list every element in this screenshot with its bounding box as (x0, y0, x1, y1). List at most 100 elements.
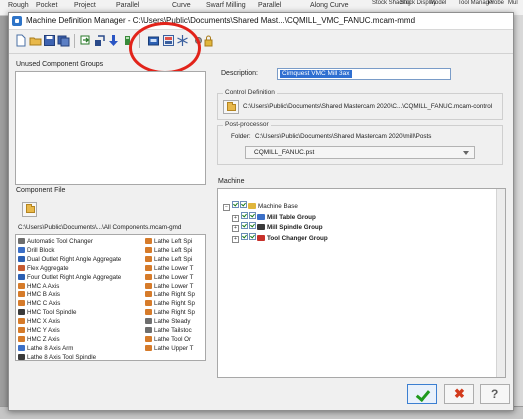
open-file-icon[interactable] (29, 34, 42, 47)
checkbox-icon[interactable] (241, 232, 248, 240)
component-list-item[interactable]: Lathe Upper T (145, 344, 193, 353)
ribbon-item[interactable]: Project (74, 2, 96, 9)
component-list-item[interactable]: Lathe Tailstoc (145, 326, 192, 335)
checkbox-icon[interactable] (232, 201, 239, 208)
checkbox-icon[interactable] (249, 211, 256, 219)
component-list-item[interactable]: Lathe Left Spi (145, 255, 192, 264)
component-list-item[interactable]: Lathe Right Sp (145, 299, 195, 308)
component-icon (145, 335, 152, 342)
export-icon[interactable] (93, 34, 106, 47)
component-list-item[interactable]: Lathe 8 Axis Tool Spindle (18, 353, 96, 360)
component-icon (18, 238, 25, 244)
component-list-item[interactable]: Lathe Lower T (145, 264, 193, 273)
group-icon (257, 213, 265, 220)
description-input[interactable]: Cimquest VMC Mill 3ax (277, 68, 451, 80)
component-list-item[interactable]: HMC A Axis (18, 282, 59, 291)
component-list-item[interactable]: Four Outlet Right Angle Aggregate (18, 273, 121, 282)
control-definition-path: C:\Users\Public\Documents\Shared Masterc… (243, 103, 493, 110)
import-icon[interactable] (79, 34, 92, 47)
ribbon-item[interactable]: Along Curve (310, 2, 349, 9)
component-list-item[interactable]: Lathe Tool Or (145, 335, 191, 344)
component-icon (145, 309, 152, 316)
component-list[interactable]: Automatic Tool Changer Drill Block Dual Ou… (15, 234, 206, 361)
checkbox-icon[interactable] (249, 222, 256, 229)
component-list-item[interactable]: Lathe Steady (145, 317, 190, 326)
control-definition-browse-button[interactable] (223, 100, 239, 114)
ribbon-item[interactable]: Model (430, 0, 446, 6)
ribbon-item[interactable]: Rough (8, 2, 29, 9)
checkbox-icon[interactable] (241, 211, 248, 219)
machine-definition-manager-window: Machine Definition Manager - C:\Users\Pu… (8, 12, 514, 411)
save-icon[interactable] (43, 34, 56, 47)
expand-icon[interactable]: + (232, 214, 239, 222)
machine-tree-node[interactable]: + Mill Spindle Group (232, 222, 323, 232)
annotation-circle (129, 22, 201, 74)
component-list-item-label: Lathe Left Spi (154, 238, 193, 245)
component-list-item-label: Lathe Lower T (154, 273, 194, 281)
component-list-item-label: Lathe Left Spi (154, 255, 193, 263)
checkbox-icon[interactable] (249, 232, 256, 240)
component-list-item[interactable]: HMC Tool Spindle (18, 308, 76, 317)
cancel-button[interactable]: ✖ (444, 384, 474, 404)
checkbox-icon[interactable] (240, 201, 247, 208)
component-icon (145, 255, 152, 262)
component-list-item[interactable]: Lathe Right Sp (145, 290, 195, 299)
group-icon (248, 203, 256, 209)
component-list-item-label: Drill Block (27, 246, 55, 254)
post-processor-select[interactable]: CQMILL_FANUC.pst (245, 146, 475, 159)
machine-tree-scrollbar[interactable] (496, 189, 505, 377)
component-list-item[interactable]: Lathe 8 Axis Arm (18, 344, 73, 353)
close-icon: ✖ (454, 386, 465, 401)
machine-tree-node-label: Tool Changer Group (267, 234, 328, 242)
component-list-item[interactable]: HMC Z Axis (18, 335, 60, 344)
collapse-icon[interactable]: − (223, 204, 230, 211)
ribbon-item[interactable]: Pocket (36, 2, 57, 9)
component-list-item[interactable]: Automatic Tool Changer (18, 237, 93, 246)
component-icon (18, 255, 25, 262)
ribbon-item[interactable]: Swarf Milling (206, 2, 246, 9)
chevron-down-icon (463, 151, 469, 155)
component-list-item[interactable]: HMC Y Axis (18, 326, 60, 335)
component-list-item-label: Lathe Tool Or (154, 335, 192, 343)
component-list-item[interactable]: Dual Outlet Right Angle Aggregate (18, 255, 121, 264)
component-list-item[interactable]: Lathe Right Sp (145, 308, 195, 317)
component-list-item[interactable]: Lathe Left Spi (145, 246, 192, 255)
machine-tree-node-label: Machine Base (258, 203, 298, 210)
machine-tree-node[interactable]: + Tool Changer Group (232, 232, 328, 243)
ribbon-item[interactable]: Curve (172, 2, 191, 9)
component-list-item-label: HMC C Axis (27, 300, 61, 308)
component-list-item[interactable]: Drill Block (18, 246, 55, 255)
title-bar[interactable]: Machine Definition Manager - C:\Users\Pu… (9, 13, 513, 30)
arrow-down-icon[interactable] (107, 34, 120, 47)
component-list-item-label: Lathe Upper T (154, 344, 194, 352)
help-button[interactable]: ? (480, 384, 510, 404)
ribbon-item[interactable]: Mul (508, 0, 518, 6)
expand-icon[interactable]: + (232, 235, 239, 243)
expand-icon[interactable]: + (232, 225, 239, 232)
group-icon (257, 224, 265, 230)
ribbon-item[interactable]: Probe (488, 0, 504, 6)
machine-tree-node[interactable]: + Mill Table Group (232, 211, 316, 222)
component-list-item[interactable]: Lathe Left Spi (145, 237, 192, 246)
component-list-item[interactable]: HMC B Axis (18, 290, 60, 299)
machine-tree[interactable]: − Machine Base + Mill Table Group + Mill Spin… (217, 188, 506, 378)
unused-groups-list[interactable] (15, 71, 206, 185)
component-file-browse-button[interactable] (22, 202, 37, 217)
component-list-item[interactable]: HMC X Axis (18, 317, 60, 326)
machine-tree-node[interactable]: − Machine Base (223, 201, 298, 211)
ribbon-item[interactable]: Parallel (116, 2, 139, 9)
component-icon (145, 282, 152, 289)
component-list-item[interactable]: HMC C Axis (18, 299, 60, 308)
lock-icon[interactable] (202, 34, 215, 47)
component-list-item[interactable]: Lathe Lower T (145, 282, 193, 291)
ok-button[interactable] (407, 384, 437, 404)
new-file-icon[interactable] (14, 34, 27, 47)
ribbon-item[interactable]: Parallel (258, 2, 281, 9)
component-list-item-label: Lathe Right Sp (154, 309, 195, 317)
component-icon (145, 300, 152, 307)
component-icon (145, 291, 152, 298)
save-as-icon[interactable] (57, 34, 70, 47)
checkbox-icon[interactable] (241, 222, 248, 229)
component-list-item[interactable]: Flex Aggregate (18, 264, 69, 273)
component-list-item[interactable]: Lathe Lower T (145, 273, 193, 282)
